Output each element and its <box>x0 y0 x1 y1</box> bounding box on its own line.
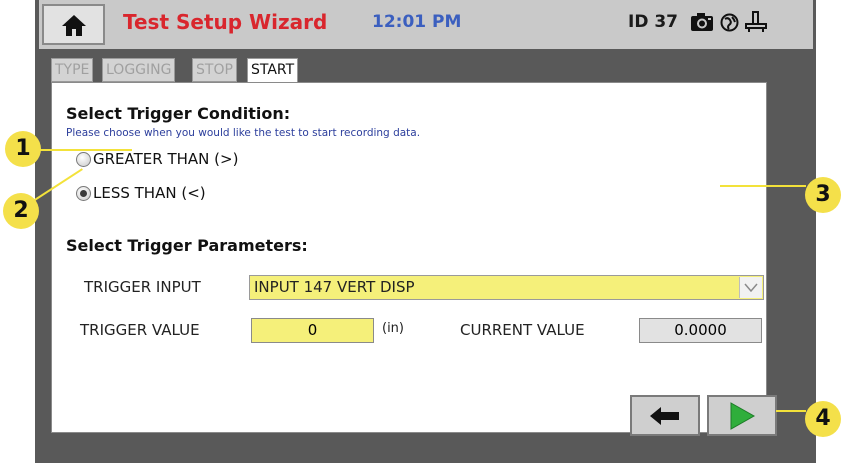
radio-label-greater-than: GREATER THAN (>) <box>93 150 239 168</box>
radio-button-unchecked[interactable] <box>76 151 91 167</box>
network-icon[interactable] <box>744 11 768 33</box>
trigger-condition-heading: Select Trigger Condition: <box>66 104 291 123</box>
radio-button-checked[interactable] <box>76 185 91 201</box>
play-next-icon <box>730 401 756 430</box>
tab-start[interactable]: START <box>247 58 299 83</box>
window-title: Test Setup Wizard <box>123 10 328 34</box>
callout-line-1 <box>28 149 132 151</box>
chevron-down-icon[interactable] <box>739 277 762 298</box>
trigger-condition-help: Please choose when you would like the te… <box>66 127 421 139</box>
trigger-parameters-heading: Select Trigger Parameters: <box>66 236 308 255</box>
callout-badge-3: 3 <box>805 177 841 213</box>
trigger-value-label: TRIGGER VALUE <box>80 321 200 339</box>
tab-type[interactable]: TYPE <box>51 58 94 82</box>
radio-less-than[interactable]: LESS THAN (<) <box>76 184 206 202</box>
globe-icon[interactable] <box>720 13 739 32</box>
arrow-left-icon <box>650 406 679 425</box>
trigger-input-select[interactable]: INPUT 147 VERT DISP <box>249 275 764 300</box>
callout-badge-2: 2 <box>3 193 39 229</box>
radio-greater-than[interactable]: GREATER THAN (>) <box>76 150 238 168</box>
clock-display: 12:01 PM <box>372 12 462 32</box>
callout-badge-4: 4 <box>805 401 841 437</box>
trigger-value-input[interactable]: 0 <box>251 318 374 343</box>
camera-icon[interactable] <box>690 12 714 32</box>
tab-stop[interactable]: STOP <box>192 58 237 82</box>
radio-label-less-than: LESS THAN (<) <box>93 184 206 202</box>
callout-badge-1: 1 <box>5 131 41 167</box>
device-id: ID 37 <box>628 12 679 32</box>
home-button[interactable] <box>42 4 105 45</box>
back-button[interactable] <box>630 395 700 436</box>
current-value-label: CURRENT VALUE <box>460 321 585 339</box>
trigger-input-value: INPUT 147 VERT DISP <box>254 278 415 296</box>
next-button[interactable] <box>707 395 777 436</box>
tab-logging[interactable]: LOGGING <box>102 58 176 82</box>
callout-line-3 <box>720 185 806 187</box>
home-icon <box>61 14 86 36</box>
trigger-value-unit: (in) <box>382 321 404 336</box>
callout-line-4 <box>776 410 806 412</box>
current-value-display: 0.0000 <box>639 318 762 343</box>
trigger-input-label: TRIGGER INPUT <box>84 278 201 296</box>
